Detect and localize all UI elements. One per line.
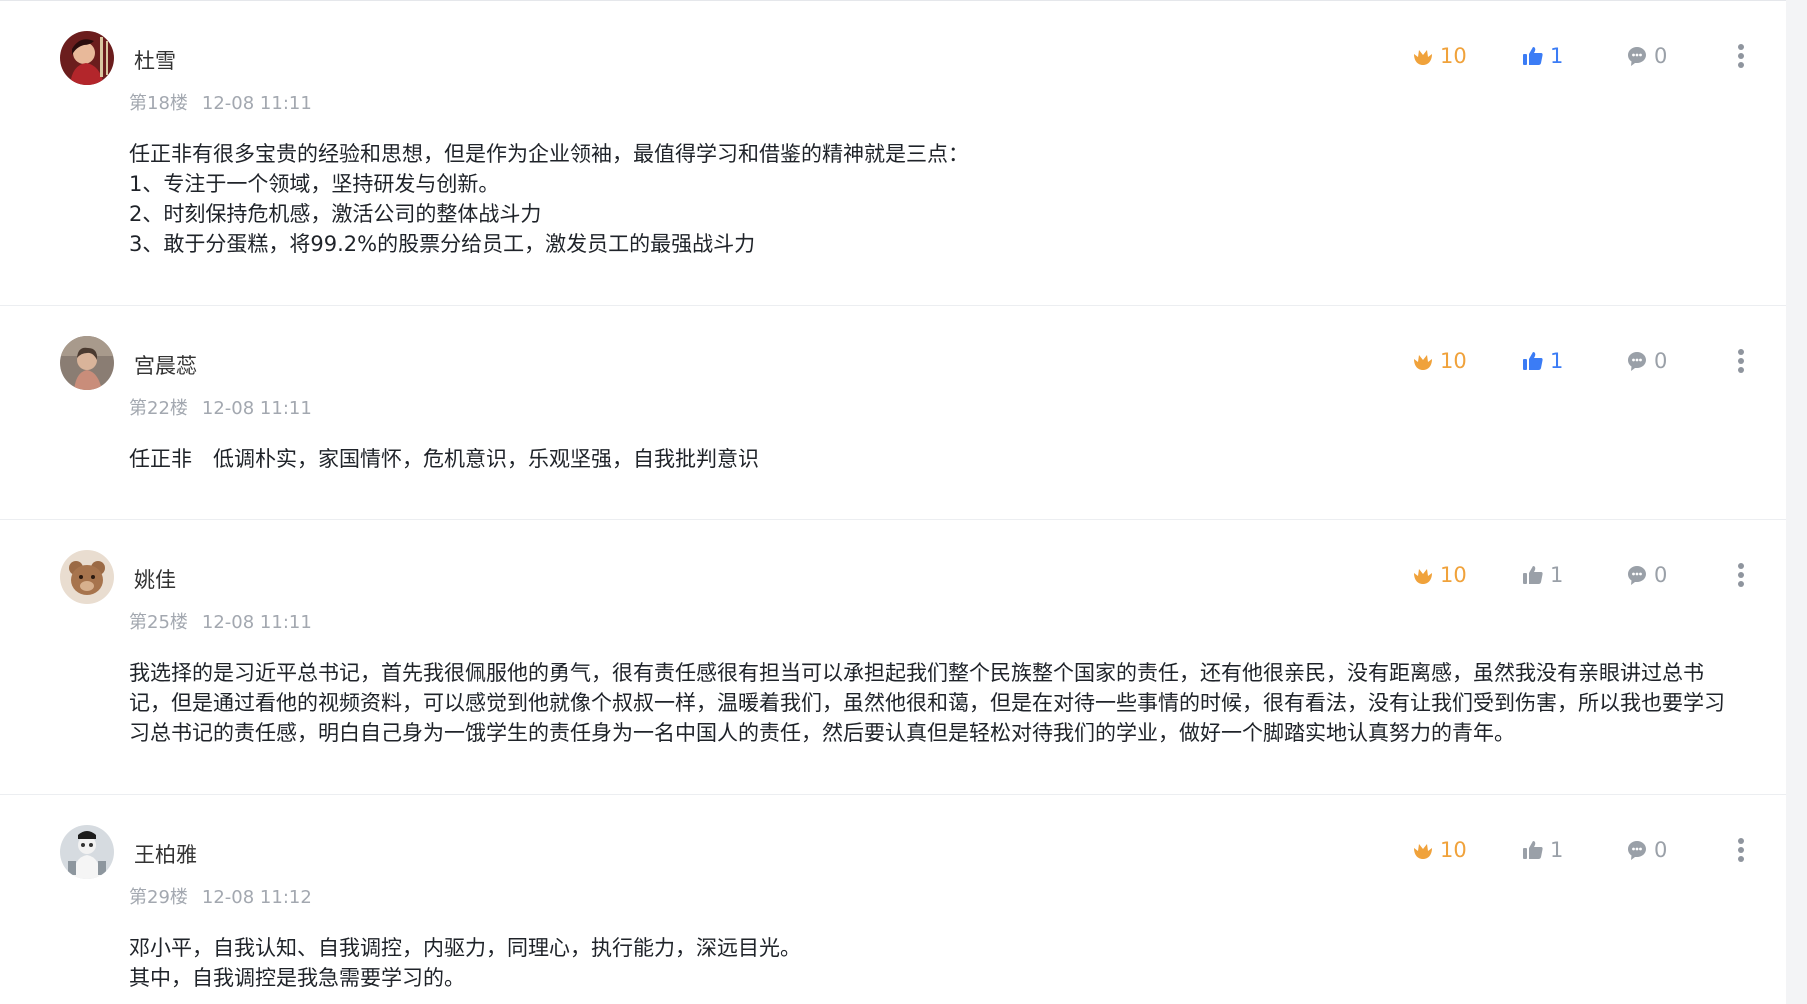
comment-line: 我选择的是习近平总书记，首先我很佩服他的勇气，很有责任感很有担当可以承担起我们整… [129,661,1704,685]
like-count: 1 [1550,44,1564,68]
flower-button[interactable]: 10 [1412,560,1467,590]
thumbs-up-icon [1523,841,1543,859]
more-button[interactable] [1732,41,1756,71]
more-vertical-icon [1738,349,1744,373]
comment-line: 记，但是通过看他的视频资料，可以感觉到他就像个叔叔一样，温暖着我们，虽然他很和蔼… [129,691,1725,715]
username[interactable]: 杜雪 [134,45,176,75]
thumbs-up-icon [1523,566,1543,584]
flower-count: 10 [1440,44,1467,68]
timestamp: 12-08 11:12 [201,887,312,908]
comment-bubble-icon [1628,47,1646,66]
reply-count: 0 [1654,838,1668,862]
flower-count: 10 [1440,349,1467,373]
reply-count: 0 [1654,349,1668,373]
reply-button[interactable]: 0 [1626,560,1667,590]
flower-icon [1414,355,1432,370]
comment-line: 2、时刻保持危机感，激活公司的整体战斗力 [129,202,542,226]
username[interactable]: 宫晨蕊 [134,350,197,380]
comment-actions: 10 1 0 [1412,560,1762,590]
reply-button[interactable]: 0 [1626,835,1667,865]
reply-button[interactable]: 0 [1626,41,1667,71]
comment-line: 邓小平，自我认知、自我调控，内驱力，同理心，执行能力，深远目光。 [129,936,801,960]
floor-number: 第22楼 [129,398,188,419]
flower-button[interactable]: 10 [1412,835,1467,865]
avatar[interactable] [60,825,114,879]
comment-line: 任正非有很多宝贵的经验和思想，但是作为企业领袖，最值得学习和借鉴的精神就是三点： [129,142,969,166]
like-button[interactable]: 1 [1522,835,1563,865]
more-vertical-icon [1738,563,1744,587]
comment-bubble-icon [1628,841,1646,860]
comment-meta: 第22楼 12-08 11:11 [129,394,312,420]
like-button[interactable]: 1 [1522,560,1563,590]
reply-count: 0 [1654,44,1668,68]
avatar[interactable] [60,336,114,390]
reply-button[interactable]: 0 [1626,346,1667,376]
comment-line: 其中，自我调控是我急需要学习的。 [129,966,465,990]
flower-icon [1414,569,1432,584]
flower-count: 10 [1440,838,1467,862]
more-button[interactable] [1732,346,1756,376]
comment-actions: 10 1 0 [1412,41,1762,71]
avatar[interactable] [60,31,114,85]
comment-line: 1、专注于一个领域，坚持研发与创新。 [129,172,500,196]
floor-number: 第29楼 [129,887,188,908]
like-count: 1 [1550,563,1564,587]
more-vertical-icon [1738,44,1744,68]
flower-icon [1414,844,1432,859]
comment-meta: 第25楼 12-08 11:11 [129,608,312,634]
more-button[interactable] [1732,835,1756,865]
comment-line: 习总书记的责任感，明白自己身为一饿学生的责任身为一名中国人的责任，然后要认真但是… [129,721,1515,745]
comment-feed: 杜雪 第18楼 12-08 11:11 10 1 0 任正非有很多宝贵的经验和思… [0,0,1786,1004]
like-button[interactable]: 1 [1522,41,1563,71]
comment-bubble-icon [1628,352,1646,371]
username[interactable]: 王柏雅 [134,839,197,869]
comment-bubble-icon [1628,566,1646,585]
reply-count: 0 [1654,563,1668,587]
comment-body: 任正非 低调朴实，家国情怀，危机意识，乐观坚强，自我批判意识 [129,444,1729,474]
more-vertical-icon [1738,838,1744,862]
timestamp: 12-08 11:11 [201,93,312,114]
floor-number: 第18楼 [129,93,188,114]
comment-meta: 第18楼 12-08 11:11 [129,89,312,115]
flower-count: 10 [1440,563,1467,587]
flower-button[interactable]: 10 [1412,346,1467,376]
flower-icon [1414,50,1432,65]
like-count: 1 [1550,349,1564,373]
comment-actions: 10 1 0 [1412,346,1762,376]
username[interactable]: 姚佳 [134,564,176,594]
thumbs-up-icon [1523,352,1543,370]
comment-line: 3、敢于分蛋糕，将99.2%的股票分给员工，激发员工的最强战斗力 [129,232,756,256]
comment-meta: 第29楼 12-08 11:12 [129,883,312,909]
comment-body: 我选择的是习近平总书记，首先我很佩服他的勇气，很有责任感很有担当可以承担起我们整… [129,658,1729,748]
comment-item: 姚佳 第25楼 12-08 11:11 10 1 0 我选择的是习近平总书记，首… [0,520,1786,795]
more-button[interactable] [1732,560,1756,590]
flower-button[interactable]: 10 [1412,41,1467,71]
like-button[interactable]: 1 [1522,346,1563,376]
comment-body: 邓小平，自我认知、自我调控，内驱力，同理心，执行能力，深远目光。 其中，自我调控… [129,933,1729,993]
comment-actions: 10 1 0 [1412,835,1762,865]
timestamp: 12-08 11:11 [201,612,312,633]
floor-number: 第25楼 [129,612,188,633]
thumbs-up-icon [1523,47,1543,65]
comment-body: 任正非有很多宝贵的经验和思想，但是作为企业领袖，最值得学习和借鉴的精神就是三点：… [129,139,1729,259]
page: 杜雪 第18楼 12-08 11:11 10 1 0 任正非有很多宝贵的经验和思… [0,0,1807,1004]
comment-item: 宫晨蕊 第22楼 12-08 11:11 10 1 0 任正非 低调朴实，家国情… [0,306,1786,520]
avatar[interactable] [60,550,114,604]
comment-line: 任正非 低调朴实，家国情怀，危机意识，乐观坚强，自我批判意识 [129,447,759,471]
comment-item: 杜雪 第18楼 12-08 11:11 10 1 0 任正非有很多宝贵的经验和思… [0,1,1786,306]
timestamp: 12-08 11:11 [201,398,312,419]
page-gutter [1786,0,1807,1004]
comment-item: 王柏雅 第29楼 12-08 11:12 10 1 0 邓小平，自我认知、自我调… [0,795,1786,1004]
like-count: 1 [1550,838,1564,862]
